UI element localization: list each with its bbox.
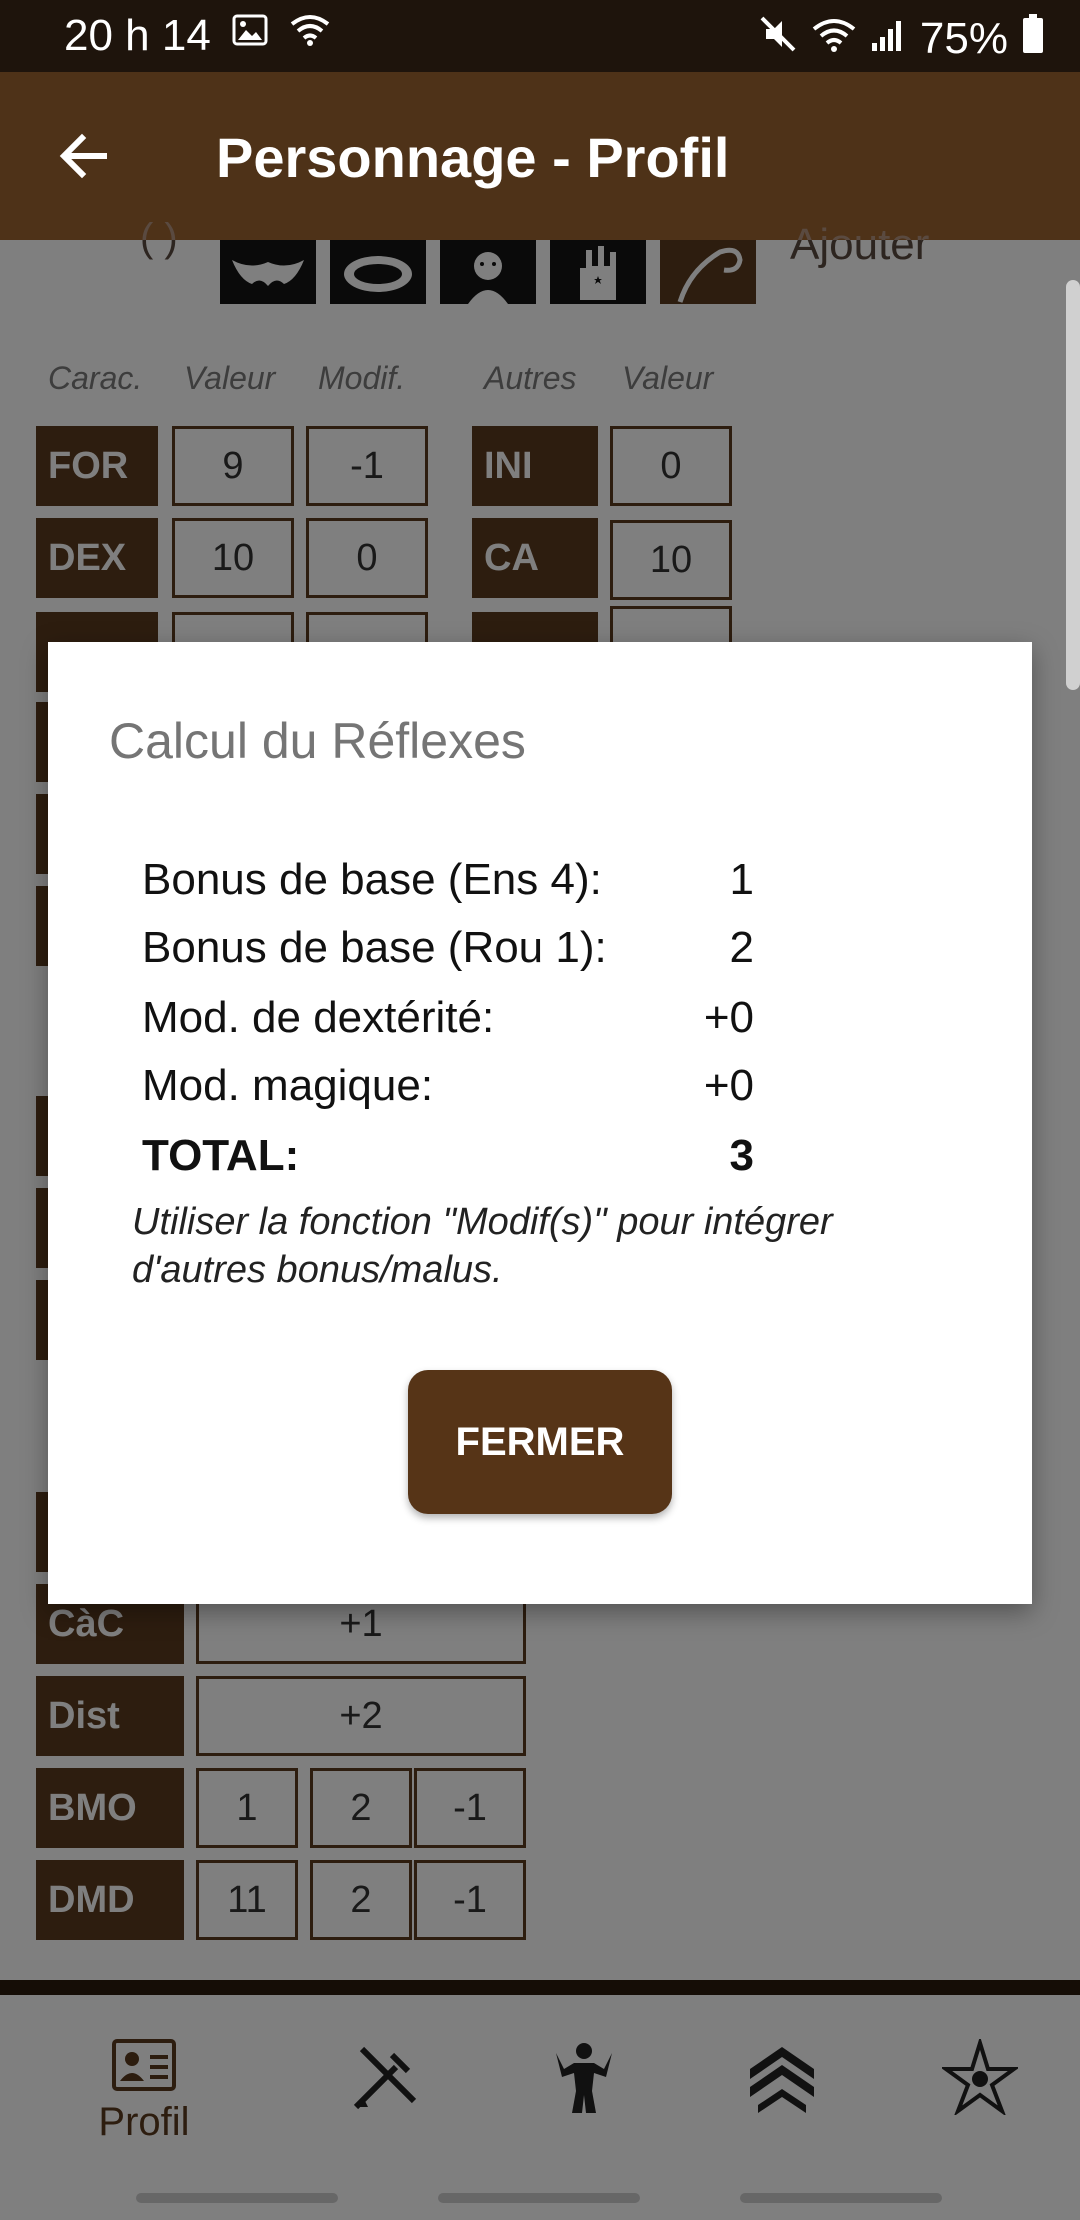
calc-row-label: Mod. magique: [142,1061,434,1110]
wifi-icon [812,15,856,63]
scrollbar-thumb[interactable] [1066,280,1080,690]
calc-total-label: TOTAL: [142,1131,300,1180]
calc-row-label: Bonus de base (Ens 4): [142,855,602,904]
calc-row-value: +0 [703,993,754,1042]
calc-row-value: 2 [729,923,754,972]
app-bar: Personnage - Profil [0,72,1080,240]
calc-row-label: Bonus de base (Rou 1): [142,923,607,972]
calc-total-value: 3 [729,1131,754,1180]
calc-row: Bonus de base (Rou 1): 2 [142,916,754,980]
dialog-note: Utiliser la fonction "Modif(s)" pour int… [132,1201,833,1291]
status-time: 20 h 14 [64,11,211,60]
close-button[interactable]: FERMER [408,1370,672,1514]
signal-icon [870,15,906,63]
calc-row: Bonus de base (Ens 4): 1 [142,848,754,912]
dialog-title: Calcul du Réflexes [109,713,526,769]
reflex-calc-dialog: Calcul du Réflexes Bonus de base (Ens 4)… [48,642,1032,1604]
calc-row-value: +0 [703,1061,754,1110]
battery-icon [1022,14,1044,64]
mute-icon [758,14,798,64]
status-bar: 20 h 14 75% [0,0,1080,72]
calc-row: Mod. de dextérité: +0 [142,986,754,1050]
calc-total-row: TOTAL: 3 [142,1124,754,1188]
page-title: Personnage - Profil [216,126,730,189]
calc-row-value: 1 [729,855,754,904]
battery-percent: 75% [919,14,1008,63]
image-icon [232,14,268,51]
calc-row-label: Mod. de dextérité: [142,993,495,1042]
calc-row: Mod. magique: +0 [142,1054,754,1118]
wifi-icon [290,14,330,51]
arrow-left-icon[interactable] [52,124,116,188]
